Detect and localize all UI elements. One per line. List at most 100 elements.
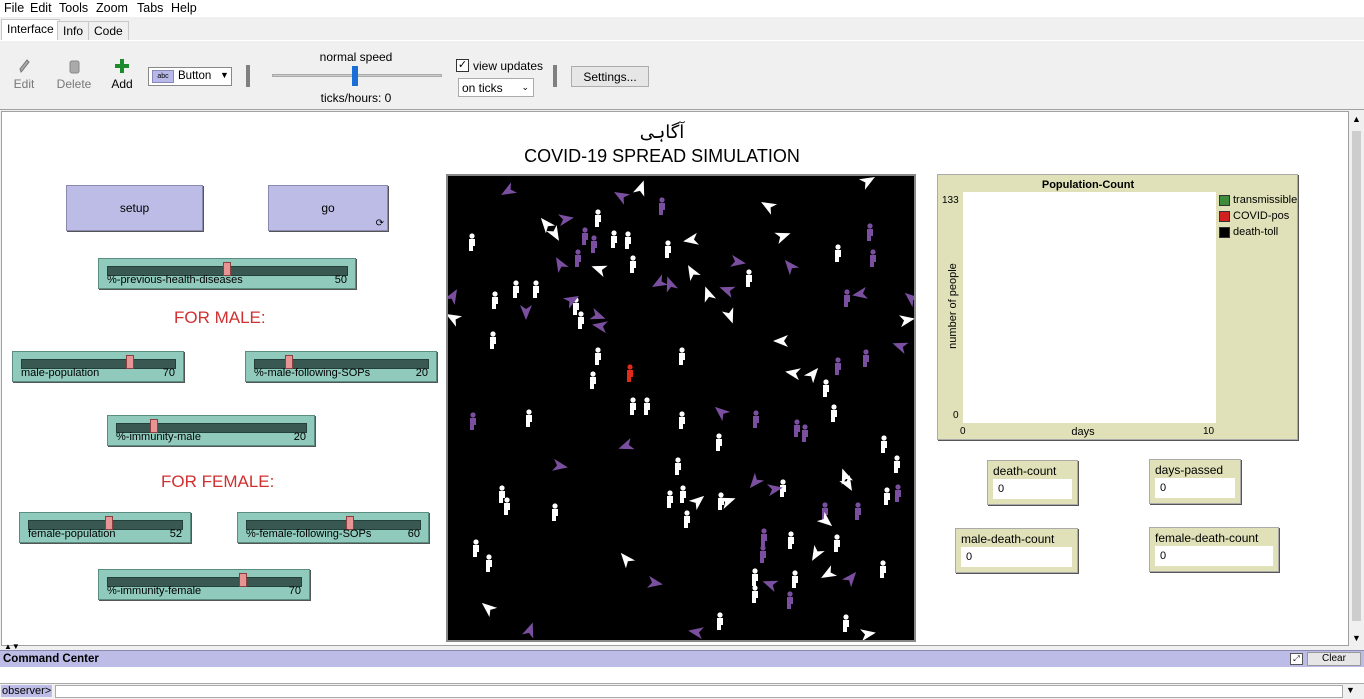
scroll-thumb[interactable]	[1352, 131, 1361, 621]
slider-label: %-male-following-SOPs	[254, 367, 371, 379]
legend-swatch	[1219, 210, 1230, 222]
vertical-scrollbar[interactable]: ▲ ▼	[1349, 111, 1364, 646]
slider-label: male-population	[21, 367, 100, 379]
legend-label: COVID-pos	[1233, 210, 1290, 222]
command-center: Command Center ⤢ Clear observer> ▼	[0, 650, 1364, 699]
world-view[interactable]	[446, 174, 916, 642]
command-center-title: Command Center	[3, 653, 99, 665]
go-label: go	[321, 201, 335, 215]
slider-immunity-female[interactable]: %-immunity-female 70	[98, 569, 310, 600]
slider-label: female-population	[28, 528, 116, 540]
x-axis-label: days	[1071, 426, 1095, 438]
slider-value: 60	[407, 528, 420, 540]
monitor-label: days-passed	[1155, 463, 1224, 477]
slider-female-population[interactable]: female-population 52	[19, 512, 191, 543]
female-note: FOR FEMALE:	[161, 472, 275, 491]
tab-interface[interactable]: Interface	[1, 19, 60, 40]
slider-label: %-previous-health-diseases	[107, 274, 243, 286]
command-center-header: Command Center ⤢ Clear	[0, 650, 1364, 667]
add-button[interactable]: Add	[110, 58, 134, 91]
monitor-label: female-death-count	[1155, 531, 1259, 545]
menu-bar: File Edit Tools Zoom Tabs Help	[0, 0, 1364, 17]
tab-bar: Interface Info Code	[0, 18, 1364, 40]
plot-title: Population-Count	[1041, 179, 1135, 191]
slider-label: %-immunity-male	[116, 431, 201, 443]
expand-icon[interactable]: ⤢	[1290, 653, 1303, 665]
y-min-label: 0	[953, 410, 959, 421]
white-arrows	[448, 176, 914, 640]
y-axis-label: number of people	[947, 263, 959, 349]
menu-zoom[interactable]: Zoom	[96, 1, 128, 15]
interface-canvas: آگاہی COVID-19 SPREAD SIMULATION setup g…	[1, 111, 1349, 646]
menu-edit[interactable]: Edit	[30, 1, 52, 15]
toolbar-separator	[246, 65, 250, 87]
x-min-label: 0	[960, 426, 966, 437]
monitor-value: 0	[993, 479, 1072, 499]
command-output	[0, 667, 1364, 683]
slider-value: 70	[162, 367, 175, 379]
monitor-value: 0	[1155, 478, 1235, 498]
button-widget-icon: abc	[152, 70, 174, 83]
slider-male-population[interactable]: male-population 70	[12, 351, 184, 382]
pencil-icon	[19, 59, 30, 73]
delete-button[interactable]: Delete	[56, 58, 92, 91]
setup-button[interactable]: setup	[66, 185, 203, 231]
settings-button[interactable]: Settings...	[571, 66, 649, 87]
slider-value: 50	[334, 274, 347, 286]
delete-label: Delete	[56, 77, 92, 91]
world-canvas	[448, 176, 914, 640]
go-button[interactable]: go ⟳	[268, 185, 388, 231]
purple-arrows	[448, 182, 914, 640]
forever-icon: ⟳	[375, 218, 384, 229]
view-updates-checkbox[interactable]: ✓	[456, 59, 469, 72]
menu-tabs[interactable]: Tabs	[137, 1, 163, 15]
plot-area	[963, 192, 1216, 423]
infected-person	[627, 364, 633, 382]
monitor-death-count: death-count 0	[987, 460, 1078, 505]
scroll-up-icon[interactable]: ▲	[1352, 114, 1361, 124]
clear-button[interactable]: Clear	[1307, 652, 1361, 666]
male-note: FOR MALE:	[174, 308, 266, 327]
add-label: Add	[111, 77, 133, 91]
slider-immunity-male[interactable]: %-immunity-male 20	[107, 415, 315, 446]
legend-swatch	[1219, 226, 1230, 238]
slider-previous-health-diseases[interactable]: %-previous-health-diseases 50	[98, 258, 356, 289]
menu-help[interactable]: Help	[171, 1, 197, 15]
observer-prompt[interactable]: observer>	[1, 685, 53, 697]
edit-label: Edit	[13, 77, 35, 91]
slider-female-following-sops[interactable]: %-female-following-SOPs 60	[237, 512, 429, 543]
edit-button[interactable]: Edit	[12, 58, 36, 91]
legend-label: death-toll	[1233, 226, 1279, 238]
monitor-days-passed: days-passed 0	[1149, 459, 1241, 504]
x-max-label: 10	[1203, 426, 1215, 437]
scroll-down-icon[interactable]: ▼	[1352, 633, 1361, 643]
legend-item: COVID-pos	[1219, 208, 1297, 224]
tab-code[interactable]: Code	[88, 21, 129, 40]
monitor-label: death-count	[993, 464, 1057, 478]
slider-male-following-sops[interactable]: %-male-following-SOPs 20	[245, 351, 437, 382]
slider-value: 20	[415, 367, 428, 379]
legend-item: transmissible	[1219, 192, 1297, 208]
menu-tools[interactable]: Tools	[59, 1, 88, 15]
legend-item: death-toll	[1219, 224, 1297, 240]
monitor-label: male-death-count	[961, 532, 1055, 546]
slider-value: 70	[288, 585, 301, 597]
legend-swatch	[1219, 194, 1230, 206]
chevron-down-icon: ⌄	[521, 82, 529, 92]
command-input[interactable]	[55, 685, 1343, 698]
tab-info[interactable]: Info	[57, 21, 90, 40]
white-people	[469, 209, 900, 632]
chevron-down-icon[interactable]: ▼	[1346, 685, 1355, 695]
plus-icon	[115, 59, 129, 73]
widget-type-value: Button	[178, 70, 212, 82]
legend-label: transmissible	[1233, 194, 1298, 206]
view-updates-label: view updates	[473, 59, 544, 73]
speed-slider-thumb[interactable]	[352, 66, 358, 86]
widget-type-select[interactable]: abc Button ▼	[148, 67, 232, 86]
monitor-value: 0	[961, 547, 1072, 567]
update-mode-select[interactable]: on ticks ⌄	[458, 78, 534, 97]
population-plot[interactable]: Population-Count 133 0 0 10 days number …	[937, 174, 1298, 440]
menu-file[interactable]: File	[4, 1, 24, 15]
chevron-down-icon: ▼	[220, 70, 229, 80]
trash-icon	[69, 60, 80, 74]
